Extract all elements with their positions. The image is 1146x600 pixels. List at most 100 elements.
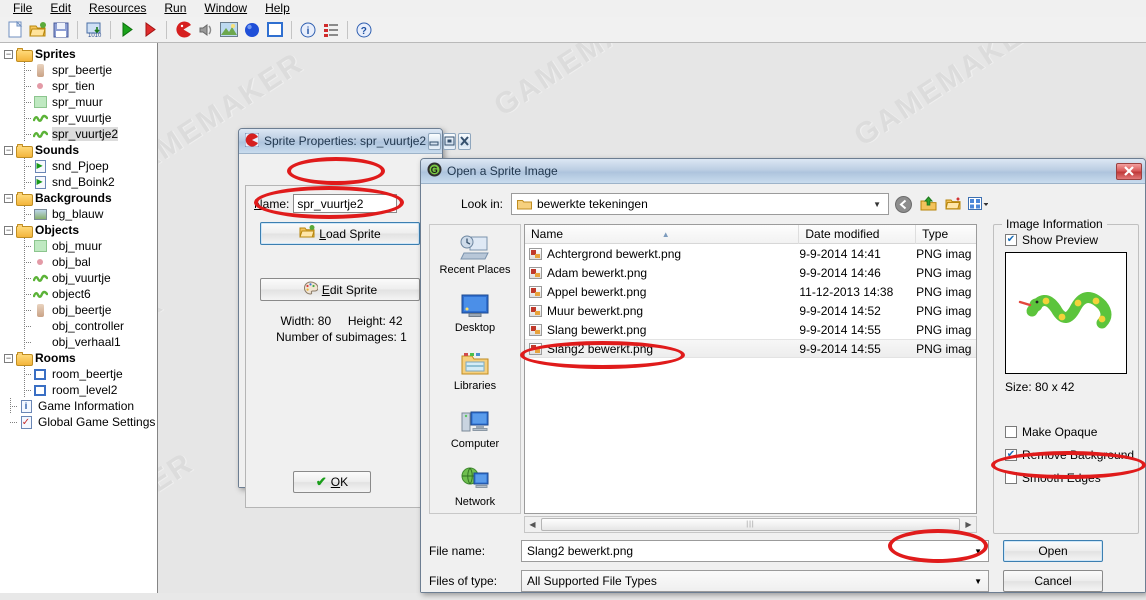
file-row[interactable]: Achtergrond bewerkt.png 9-9-2014 14:41 P… bbox=[525, 244, 976, 263]
compile-icon[interactable]: 1010 bbox=[83, 19, 105, 41]
views-icon[interactable] bbox=[967, 193, 989, 215]
tree-item-obj-muur[interactable]: obj_muur bbox=[0, 238, 157, 254]
file-list[interactable]: ▲ Name Date modified Type Achtergrond be… bbox=[524, 224, 977, 514]
create-object-icon[interactable] bbox=[241, 19, 263, 41]
remove-background-checkbox[interactable]: ✔ Remove Background bbox=[1005, 448, 1134, 462]
tree-item-obj-controller[interactable]: obj_controller bbox=[0, 318, 157, 334]
tree-item-object6[interactable]: object6 bbox=[0, 286, 157, 302]
expander-icon[interactable]: − bbox=[4, 49, 13, 59]
back-icon[interactable] bbox=[892, 193, 914, 215]
column-header-type[interactable]: Type bbox=[916, 225, 976, 244]
open-button[interactable]: Open bbox=[1003, 540, 1103, 562]
tree-item-obj-verhaal1[interactable]: obj_verhaal1 bbox=[0, 334, 157, 350]
tree-group-rooms[interactable]: − Rooms bbox=[0, 350, 157, 366]
recent-places-icon bbox=[458, 233, 492, 263]
tree-item-obj-beertje[interactable]: obj_beertje bbox=[0, 302, 157, 318]
smooth-edges-checkbox[interactable]: Smooth Edges bbox=[1005, 471, 1101, 485]
sprite-properties-titlebar[interactable]: Sprite Properties: spr_vuurtje2 bbox=[239, 129, 472, 154]
tree-item-game-information[interactable]: i Game Information bbox=[0, 398, 157, 414]
make-opaque-checkbox[interactable]: Make Opaque bbox=[1005, 425, 1097, 439]
place-computer[interactable]: Computer bbox=[430, 399, 520, 457]
load-sprite-button[interactable]: Load Sprite bbox=[260, 222, 420, 245]
sprite-name-input[interactable]: spr_vuurtje2 bbox=[293, 194, 398, 213]
files-of-type-combo[interactable]: All Supported File Types ▼ bbox=[521, 570, 989, 592]
debug-run-icon[interactable] bbox=[139, 19, 161, 41]
ok-button[interactable]: ✔ OK bbox=[293, 471, 371, 493]
tree-group-backgrounds[interactable]: − Backgrounds bbox=[0, 190, 157, 206]
tree-item-snd-pjoep[interactable]: snd_Pjoep bbox=[0, 158, 157, 174]
column-header-name[interactable]: ▲ Name bbox=[525, 225, 800, 244]
scrollbar-thumb[interactable]: ||| bbox=[541, 518, 960, 531]
sprite-properties-window[interactable]: Sprite Properties: spr_vuurtje2 Name: sp… bbox=[238, 128, 472, 508]
close-button[interactable] bbox=[1116, 162, 1142, 180]
tree-item-spr-muur[interactable]: spr_muur bbox=[0, 94, 157, 110]
maximize-button[interactable] bbox=[443, 132, 457, 150]
create-sound-icon[interactable] bbox=[195, 19, 217, 41]
game-information-icon[interactable]: i bbox=[297, 19, 319, 41]
chevron-down-icon[interactable]: ▼ bbox=[974, 547, 982, 556]
scroll-right-arrow-icon[interactable]: ▶ bbox=[961, 520, 976, 529]
file-row[interactable]: Appel bewerkt.png 11-12-2013 14:38 PNG i… bbox=[525, 282, 976, 301]
open-file-icon[interactable] bbox=[27, 19, 49, 41]
place-recent-places[interactable]: Recent Places bbox=[430, 225, 520, 283]
menu-item-file[interactable]: File bbox=[4, 0, 41, 17]
places-bar[interactable]: Recent Places Desktop Libraries Computer bbox=[429, 224, 521, 514]
expander-icon[interactable]: − bbox=[4, 225, 13, 235]
look-in-combo[interactable]: bewerkte tekeningen ▼ bbox=[511, 193, 889, 215]
file-list-horizontal-scrollbar[interactable]: ◀ ||| ▶ bbox=[524, 516, 977, 533]
up-folder-icon[interactable] bbox=[917, 193, 939, 215]
chevron-down-icon[interactable]: ▼ bbox=[974, 577, 982, 586]
open-dialog-titlebar[interactable]: G Open a Sprite Image bbox=[421, 159, 1145, 184]
resource-tree[interactable]: − Sprites spr_beertje spr_tien spr_muur … bbox=[0, 43, 158, 593]
menu-item-window[interactable]: Window bbox=[195, 0, 256, 17]
tree-item-snd-boink2[interactable]: snd_Boink2 bbox=[0, 174, 157, 190]
tree-item-bg-blauw[interactable]: bg_blauw bbox=[0, 206, 157, 222]
tree-group-sprites[interactable]: − Sprites bbox=[0, 46, 157, 62]
new-folder-icon[interactable] bbox=[942, 193, 964, 215]
file-name-input[interactable]: Slang2 bewerkt.png ▼ bbox=[521, 540, 989, 562]
new-file-icon[interactable] bbox=[4, 19, 26, 41]
tree-group-sounds[interactable]: − Sounds bbox=[0, 142, 157, 158]
tree-item-obj-bal[interactable]: obj_bal bbox=[0, 254, 157, 270]
show-preview-checkbox[interactable]: ✔ Show Preview bbox=[1005, 233, 1098, 247]
save-file-icon[interactable] bbox=[50, 19, 72, 41]
file-row-selected[interactable]: Slang2 bewerkt.png 9-9-2014 14:55 PNG im… bbox=[525, 339, 976, 358]
tree-item-obj-vuurtje[interactable]: obj_vuurtje bbox=[0, 270, 157, 286]
create-room-icon[interactable] bbox=[264, 19, 286, 41]
chevron-down-icon[interactable]: ▼ bbox=[873, 200, 881, 209]
tree-item-spr-tien[interactable]: spr_tien bbox=[0, 78, 157, 94]
tree-item-global-game-settings[interactable]: ✓ Global Game Settings bbox=[0, 414, 157, 430]
tree-item-spr-vuurtje[interactable]: spr_vuurtje bbox=[0, 110, 157, 126]
tree-item-room-beertje[interactable]: room_beertje bbox=[0, 366, 157, 382]
place-libraries[interactable]: Libraries bbox=[430, 341, 520, 399]
scroll-left-arrow-icon[interactable]: ◀ bbox=[525, 520, 540, 529]
tree-item-room-level2[interactable]: room_level2 bbox=[0, 382, 157, 398]
minimize-button[interactable] bbox=[428, 132, 442, 150]
tree-item-spr-beertje[interactable]: spr_beertje bbox=[0, 62, 157, 78]
tree-item-spr-vuurtje2[interactable]: spr_vuurtje2 bbox=[0, 126, 157, 142]
close-button[interactable] bbox=[458, 132, 472, 150]
expander-icon[interactable]: − bbox=[4, 193, 13, 203]
run-icon[interactable] bbox=[116, 19, 138, 41]
file-row[interactable]: Adam bewerkt.png 9-9-2014 14:46 PNG imag bbox=[525, 263, 976, 282]
file-row[interactable]: Slang bewerkt.png 9-9-2014 14:55 PNG ima… bbox=[525, 320, 976, 339]
menu-item-run[interactable]: Run bbox=[155, 0, 195, 17]
menu-item-help[interactable]: Help bbox=[256, 0, 299, 17]
cancel-button[interactable]: Cancel bbox=[1003, 570, 1103, 592]
menu-item-resources[interactable]: Resources bbox=[80, 0, 155, 17]
expander-icon[interactable]: − bbox=[4, 353, 13, 363]
create-sprite-icon[interactable] bbox=[172, 19, 194, 41]
tree-group-objects[interactable]: − Objects bbox=[0, 222, 157, 238]
place-network[interactable]: Network bbox=[430, 457, 520, 515]
expander-icon[interactable]: − bbox=[4, 145, 13, 155]
create-background-icon[interactable] bbox=[218, 19, 240, 41]
edit-sprite-button[interactable]: Edit Sprite bbox=[260, 278, 420, 301]
place-desktop[interactable]: Desktop bbox=[430, 283, 520, 341]
menu-item-edit[interactable]: Edit bbox=[41, 0, 80, 17]
open-sprite-image-dialog[interactable]: G Open a Sprite Image Look in: bewerkte … bbox=[420, 158, 1146, 593]
column-header-date[interactable]: Date modified bbox=[799, 225, 917, 244]
png-file-icon bbox=[529, 323, 542, 336]
help-icon[interactable]: ? bbox=[353, 19, 375, 41]
global-game-settings-icon[interactable] bbox=[320, 19, 342, 41]
file-row[interactable]: Muur bewerkt.png 9-9-2014 14:52 PNG imag bbox=[525, 301, 976, 320]
